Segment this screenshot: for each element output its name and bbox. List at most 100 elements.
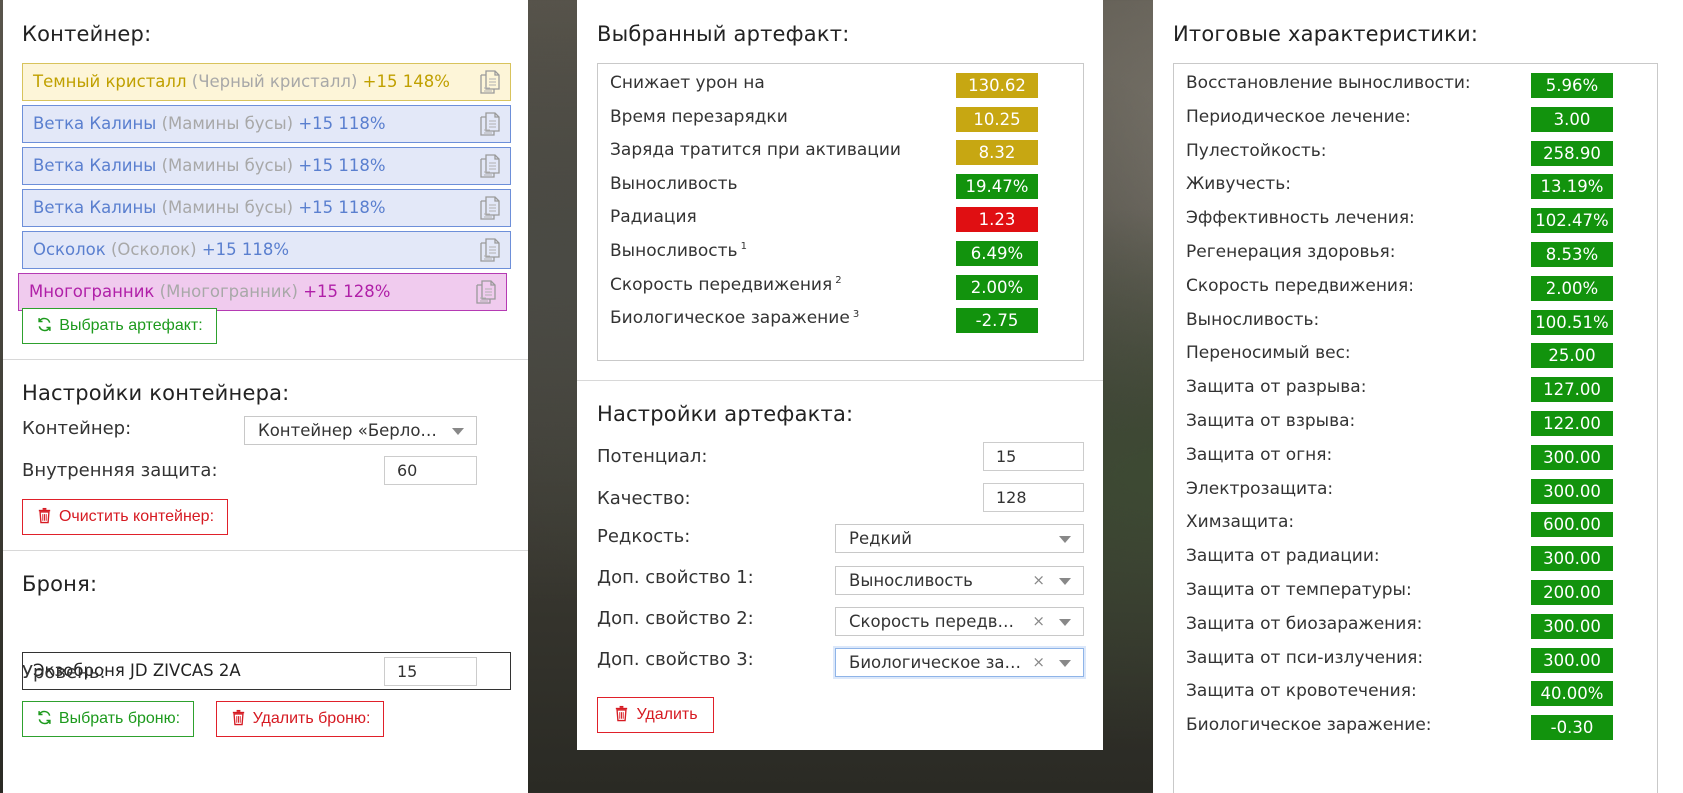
total-stat-value: 100.51% [1531,309,1613,335]
copy-icon[interactable] [480,70,500,94]
clear-icon[interactable]: × [1032,608,1045,635]
chevron-down-icon [1059,578,1071,585]
total-stat-name: Выносливость: [1186,309,1320,330]
total-stat-row: Защита от радиации: 300.00 [1174,540,1657,576]
total-stat-name: Пулестойкость: [1186,140,1327,161]
artifact-level-quality: +15 118% [201,240,290,259]
quality-label: Качество: [597,488,691,509]
artifact-stat-row: Скорость передвижения 2 2.00% [598,269,1083,305]
copy-icon[interactable] [480,112,500,136]
artifact-original-name: (Черный кристалл) [191,72,358,91]
copy-icon[interactable] [480,196,500,220]
clear-icon[interactable]: × [1032,649,1045,676]
armor-level-label: Уровень: [22,662,106,683]
container-artifact-item[interactable]: Ветка Калины (Мамины бусы) +15 118% [22,147,511,185]
total-stat-name: Переносимый вес: [1186,343,1351,364]
total-stat-row: Защита от температуры: 200.00 [1174,574,1657,610]
artifact-stat-row: Снижает урон на 130.62 [598,67,1083,103]
total-stat-row: Скорость передвижения: 2.00% [1174,270,1657,306]
total-stat-value: 102.47% [1531,208,1613,234]
container-artifact-item[interactable]: Темный кристалл (Черный кристалл) +15 14… [22,63,511,101]
total-stat-value: 13.19% [1531,174,1613,200]
rarity-select[interactable]: Редкий [835,524,1084,553]
artifact-stat-row: Время перезарядки 10.25 [598,101,1083,137]
prop3-select[interactable]: Биологическое за… × [835,648,1084,677]
total-stat-name: Периодическое лечение: [1186,106,1411,127]
artifact-stat-value: 130.62 [956,73,1038,98]
container-artifact-item[interactable]: Осколок (Осколок) +15 118% [22,231,511,269]
total-stat-value: 8.53% [1531,242,1613,267]
total-stat-value: 5.96% [1531,73,1613,98]
quality-input[interactable]: 128 [983,483,1084,512]
totals-stats-table: Восстановление выносливости: 5.96% Периоди… [1173,63,1658,793]
artifact-stat-value: 1.23 [956,207,1038,233]
artifact-stat-name: Выносливость 1 [610,241,747,261]
artifact-stat-value: 6.49% [956,241,1038,266]
prop2-select[interactable]: Скорость передви… × [835,607,1084,636]
chevron-down-icon [1059,660,1071,667]
container-artifact-item[interactable]: Многогранник (Многогранник) +15 128% [18,273,507,311]
delete-armor-button[interactable]: Удалить броню: [216,701,384,737]
artifact-settings-heading: Настройки артефакта: [597,402,854,426]
choose-artifact-label: Выбрать артефакт: [59,317,203,334]
artifact-stat-name: Снижает урон на [610,73,768,93]
copy-icon[interactable] [476,280,496,304]
total-stat-name: Защита от биозаражения: [1186,613,1423,634]
potential-input[interactable]: 15 [983,442,1084,471]
container-artifact-item[interactable]: Ветка Калины (Мамины бусы) +15 118% [22,105,511,143]
total-stat-row: Электрозащита: 300.00 [1174,473,1657,509]
choose-artifact-button[interactable]: Выбрать артефакт: [22,308,217,344]
total-stat-name: Защита от взрыва: [1186,411,1356,431]
protection-input[interactable]: 60 [384,456,477,485]
copy-icon[interactable] [480,238,500,262]
total-stat-row: Биологическое заражение: -0.30 [1174,709,1657,745]
artifact-level-quality: +15 118% [298,156,386,175]
artifact-original-name: (Мамины бусы) [161,156,294,175]
total-stat-value: 300.00 [1531,613,1613,639]
artifact-stat-label: Время перезарядки [610,106,788,127]
clear-icon[interactable]: × [1032,567,1045,594]
prop1-label: Доп. свойство 1: [597,567,754,588]
total-stat-name: Биологическое заражение: [1186,715,1432,736]
total-stat-row: Защита от разрыва: 127.00 [1174,371,1657,407]
total-stat-name: Эффективность лечения: [1186,208,1415,229]
container-heading: Контейнер: [22,22,152,46]
total-stat-value: 300.00 [1531,444,1613,470]
delete-artifact-label: Удалить [636,706,698,723]
armor-level-input[interactable]: 15 [384,657,477,686]
total-stat-row: Защита от кровотечения: 40.00% [1174,675,1657,711]
copy-icon[interactable] [480,154,500,178]
artifact-stat-row: Заряда тратится при активации 8.32 [598,134,1083,170]
container-artifact-item[interactable]: Ветка Калины (Мамины бусы) +15 118% [22,189,511,227]
artifact-stat-value: 19.47% [956,173,1038,199]
artifact-stat-value: -2.75 [956,308,1038,334]
total-stat-name: Электрозащита: [1186,478,1334,499]
total-stat-name: Живучесть: [1186,174,1291,195]
prop2-select-value: Скорость передви… [849,612,1023,631]
artifact-name: Ветка Калины [33,114,157,133]
artifact-stat-label: Выносливость [610,241,738,261]
total-stat-value: 25.00 [1531,343,1613,369]
prop1-select[interactable]: Выносливость × [835,566,1084,595]
total-stat-row: Регенерация здоровья: 8.53% [1174,236,1657,272]
total-stat-name: Защита от радиации: [1186,546,1380,567]
artifact-stat-name: Биологическое заражение 3 [610,308,859,328]
prop1-select-value: Выносливость [849,571,973,590]
prop2-label: Доп. свойство 2: [597,608,754,629]
container-panel: Контейнер: Темный кристалл (Черный крист… [3,0,528,793]
artifact-level-quality: +15 118% [298,114,386,133]
delete-artifact-button[interactable]: Удалить [597,697,714,733]
choose-armor-button[interactable]: Выбрать броню: [22,701,194,737]
artifact-stat-name: Время перезарядки [610,107,791,127]
armor-heading: Броня: [22,572,98,596]
artifact-level-quality: +15 118% [298,198,386,217]
container-select[interactable]: Контейнер «Берлога… [244,416,477,445]
trash-icon [616,705,628,722]
rarity-select-value: Редкий [849,529,912,548]
divider [3,550,528,551]
artifact-stat-name: Скорость передвижения 2 [610,275,842,295]
total-stat-name: Регенерация здоровья: [1186,242,1396,262]
total-stat-row: Живучесть: 13.19% [1174,168,1657,204]
clear-container-button[interactable]: Очистить контейнер: [22,499,228,535]
artifact-level-quality: +15 148% [362,72,450,91]
